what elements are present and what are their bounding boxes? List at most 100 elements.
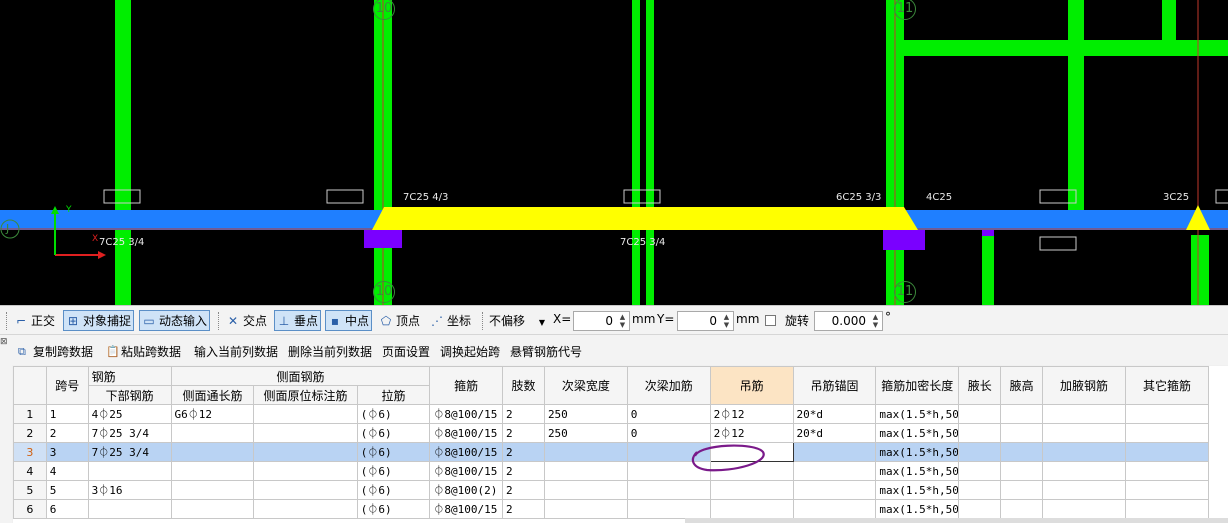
cell-hanger[interactable] xyxy=(709,480,794,500)
spinner-icon[interactable]: ▲ ▼ xyxy=(870,313,881,329)
cell-dense-length[interactable]: max(1.5*h,50 xyxy=(875,480,960,500)
row-number[interactable]: 5 xyxy=(13,480,47,500)
cell-dense-length[interactable]: max(1.5*h,50 xyxy=(875,499,960,519)
cell-haunch-h[interactable] xyxy=(1000,423,1044,443)
cell-legs[interactable]: 2 xyxy=(502,423,545,443)
y-coordinate-input[interactable]: 0 ▲ ▼ xyxy=(677,311,734,331)
cell-span[interactable]: 6 xyxy=(45,499,89,519)
cell-bottom[interactable] xyxy=(87,499,172,519)
haunch-length-header[interactable]: 腋长 xyxy=(958,366,1002,405)
cell-haunch-h[interactable] xyxy=(1000,499,1044,519)
cell-haunch-len[interactable] xyxy=(958,423,1002,443)
cell-haunch-len[interactable] xyxy=(958,404,1002,424)
cell-hanger-anchor[interactable]: 20*d xyxy=(792,423,877,443)
table-row[interactable]: 6 6 (⏀6) ⏀8@100/15 2 max(1.5*h,50 xyxy=(13,499,1210,519)
row-number[interactable]: 4 xyxy=(13,461,47,481)
hanger-anchor-header[interactable]: 吊筋锚固 xyxy=(792,366,877,405)
rotate-checkbox[interactable] xyxy=(765,315,776,326)
cell-span[interactable]: 1 xyxy=(45,404,89,424)
row-number[interactable]: 6 xyxy=(13,499,47,519)
cell-sec-width[interactable]: 250 xyxy=(543,404,628,424)
cell-hanger-anchor[interactable]: 20*d xyxy=(792,404,877,424)
cell-haunch-rebar[interactable] xyxy=(1042,499,1126,519)
dynamic-input-button[interactable]: ▭ 动态输入 xyxy=(139,310,211,331)
copy-span-data-button[interactable]: ⧉ 复制跨数据 xyxy=(18,343,93,360)
cell-haunch-rebar[interactable] xyxy=(1042,480,1126,500)
cell-bottom[interactable]: 7⏀25 3/4 xyxy=(87,423,172,443)
other-stirrup-header[interactable]: 其它箍筋 xyxy=(1124,366,1210,405)
cell-legs[interactable]: 2 xyxy=(502,442,545,462)
cell-sec-add[interactable] xyxy=(626,499,711,519)
table-row[interactable]: 2 2 7⏀25 3/4 (⏀6) ⏀8@100/15 2 250 0 2⏀12 20*d max(… xyxy=(13,423,1210,443)
cell-haunch-rebar[interactable] xyxy=(1042,461,1126,481)
spinner-icon[interactable]: ▲ ▼ xyxy=(617,313,628,329)
cell-haunch-len[interactable] xyxy=(958,480,1002,500)
cell-tie[interactable]: (⏀6) xyxy=(356,480,431,500)
cell-span[interactable]: 5 xyxy=(45,480,89,500)
cell-haunch-len[interactable] xyxy=(958,442,1002,462)
coordinate-snap-button[interactable]: ⋰ 坐标 xyxy=(428,310,473,331)
bottom-rebar-header[interactable]: 下部钢筋 xyxy=(87,385,172,405)
cell-sec-add[interactable]: 0 xyxy=(626,404,711,424)
cell-side-in-situ[interactable] xyxy=(253,404,358,424)
cell-other-stirrup[interactable] xyxy=(1124,461,1210,481)
input-current-column-button[interactable]: 输入当前列数据 xyxy=(194,343,278,360)
cell-side-through[interactable] xyxy=(170,442,255,462)
cell-side-through[interactable] xyxy=(170,499,255,519)
cell-bottom[interactable]: 4⏀25 xyxy=(87,404,172,424)
cell-hanger-anchor[interactable] xyxy=(792,461,877,481)
cell-stirrup[interactable]: ⏀8@100/15 xyxy=(429,461,503,481)
cell-dense-length[interactable]: max(1.5*h,50 xyxy=(875,461,960,481)
haunch-rebar-header[interactable]: 加腋钢筋 xyxy=(1042,366,1126,405)
cell-tie[interactable]: (⏀6) xyxy=(356,423,431,443)
cantilever-rebar-code-button[interactable]: 悬臂钢筋代号 xyxy=(510,343,582,360)
table-row[interactable]: 1 1 4⏀25 G6⏀12 (⏀6) ⏀8@100/15 2 250 0 2⏀12 20*d max… xyxy=(13,404,1210,424)
cell-sec-add[interactable] xyxy=(626,480,711,500)
span-number-header[interactable]: 跨号 xyxy=(45,366,89,405)
cell-stirrup[interactable]: ⏀8@100/15 xyxy=(429,404,503,424)
stirrup-header[interactable]: 箍筋 xyxy=(429,366,503,405)
cell-stirrup[interactable]: ⏀8@100(2) xyxy=(429,480,503,500)
cell-haunch-h[interactable] xyxy=(1000,480,1044,500)
secondary-beam-add-header[interactable]: 次梁加筋 xyxy=(626,366,711,405)
cell-legs[interactable]: 2 xyxy=(502,461,545,481)
cell-legs[interactable]: 2 xyxy=(502,404,545,424)
rotate-angle-input[interactable]: 0.000 ▲ ▼ xyxy=(814,311,883,331)
cell-sec-width[interactable]: 250 xyxy=(543,423,628,443)
cell-stirrup[interactable]: ⏀8@100/15 xyxy=(429,423,503,443)
table-row[interactable]: 5 5 3⏀16 (⏀6) ⏀8@100(2) 2 max(1.5*h,50 xyxy=(13,480,1210,500)
x-coordinate-input[interactable]: 0 ▲ ▼ xyxy=(573,311,630,331)
cell-haunch-rebar[interactable] xyxy=(1042,442,1126,462)
cell-bottom[interactable]: 3⏀16 xyxy=(87,480,172,500)
cell-haunch-len[interactable] xyxy=(958,499,1002,519)
ortho-button[interactable]: ⌐ 正交 xyxy=(12,310,57,331)
cell-haunch-rebar[interactable] xyxy=(1042,423,1126,443)
page-setup-button[interactable]: 页面设置 xyxy=(382,343,430,360)
cell-bottom[interactable]: 7⏀25 3/4 xyxy=(87,442,172,462)
cell-side-in-situ[interactable] xyxy=(253,499,358,519)
cell-side-through[interactable] xyxy=(170,423,255,443)
table-row[interactable]: 4 4 (⏀6) ⏀8@100/15 2 max(1.5*h,50 xyxy=(13,461,1210,481)
cell-legs[interactable]: 2 xyxy=(502,499,545,519)
paste-span-data-button[interactable]: 📋 粘贴跨数据 xyxy=(106,343,181,360)
cell-span[interactable]: 3 xyxy=(45,442,89,462)
horizontal-scrollbar[interactable] xyxy=(685,518,1228,523)
cell-tie[interactable]: (⏀6) xyxy=(356,404,431,424)
midpoint-snap-button[interactable]: ▪ 中点 xyxy=(325,310,373,331)
cell-side-through[interactable] xyxy=(170,480,255,500)
haunch-height-header[interactable]: 腋高 xyxy=(1000,366,1044,405)
cell-hanger-anchor[interactable] xyxy=(792,499,877,519)
cell-stirrup[interactable]: ⏀8@100/15 xyxy=(429,442,503,462)
cell-hanger[interactable] xyxy=(709,499,794,519)
row-number[interactable]: 3 xyxy=(13,442,47,462)
cell-tie[interactable]: (⏀6) xyxy=(356,461,431,481)
side-through-rebar-header[interactable]: 侧面通长筋 xyxy=(170,385,255,405)
offset-select[interactable]: 不偏移 ▼ xyxy=(489,312,545,329)
side-in-situ-rebar-header[interactable]: 侧面原位标注筋 xyxy=(253,385,358,405)
cell-dense-length[interactable]: max(1.5*h,50 xyxy=(875,442,960,462)
cell-haunch-len[interactable] xyxy=(958,461,1002,481)
cell-dense-length[interactable]: max(1.5*h,50 xyxy=(875,423,960,443)
cell-legs[interactable]: 2 xyxy=(502,480,545,500)
cell-other-stirrup[interactable] xyxy=(1124,404,1210,424)
cell-haunch-h[interactable] xyxy=(1000,442,1044,462)
